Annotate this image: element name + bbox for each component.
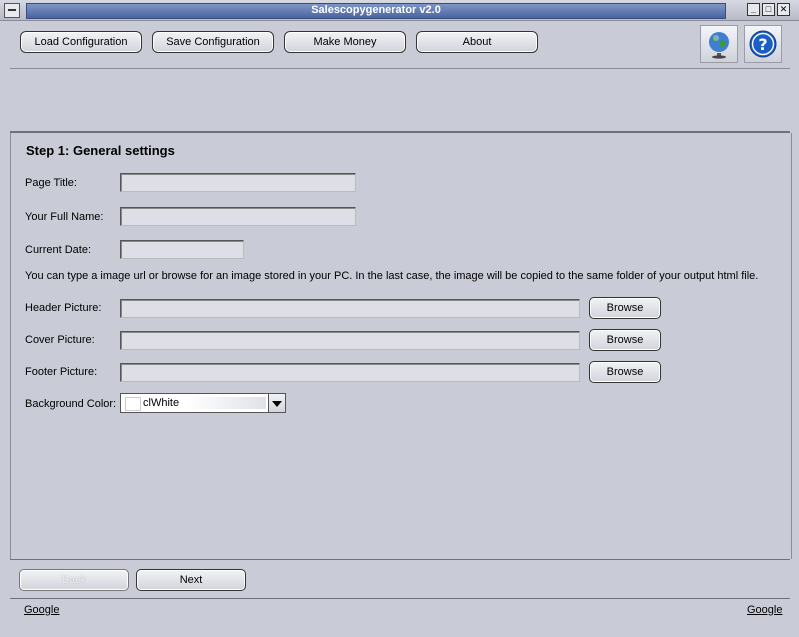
header-picture-input[interactable] xyxy=(120,299,580,318)
footer-picture-input[interactable] xyxy=(120,363,580,382)
page-title-input[interactable] xyxy=(120,173,356,192)
banner-area xyxy=(10,68,790,133)
background-color-label: Background Color: xyxy=(25,398,117,410)
footer-link-right[interactable]: Google xyxy=(747,604,782,616)
load-configuration-button[interactable]: Load Configuration xyxy=(20,31,142,53)
step-title: Step 1: General settings xyxy=(26,143,175,158)
svg-text:?: ? xyxy=(758,35,767,54)
minimize-button[interactable]: _ xyxy=(747,3,760,16)
footer-picture-label: Footer Picture: xyxy=(25,366,98,378)
full-name-label: Your Full Name: xyxy=(25,211,104,223)
title-bar: Salescopygenerator v2.0 _ □ ✕ xyxy=(0,0,799,21)
background-color-value: clWhite xyxy=(143,397,180,409)
navigation-bar: Back Next xyxy=(10,559,790,599)
system-menu-icon[interactable] xyxy=(4,3,20,18)
make-money-button[interactable]: Make Money xyxy=(284,31,406,53)
background-color-select[interactable]: clWhite xyxy=(120,393,286,413)
general-settings-panel: Step 1: General settings Page Title: You… xyxy=(10,133,792,559)
save-configuration-button[interactable]: Save Configuration xyxy=(152,31,274,53)
close-button[interactable]: ✕ xyxy=(777,3,790,16)
cover-browse-button[interactable]: Browse xyxy=(589,329,661,351)
header-picture-label: Header Picture: xyxy=(25,302,102,314)
cover-picture-input[interactable] xyxy=(120,331,580,350)
about-button[interactable]: About xyxy=(416,31,538,53)
globe-icon xyxy=(709,32,729,59)
current-date-label: Current Date: xyxy=(25,244,92,256)
dropdown-arrow-icon[interactable] xyxy=(268,394,285,412)
globe-button[interactable] xyxy=(700,25,738,63)
page-title-label: Page Title: xyxy=(25,177,77,189)
help-icon: ? xyxy=(749,30,777,58)
color-swatch xyxy=(125,397,141,411)
color-preview xyxy=(186,397,266,409)
cover-picture-label: Cover Picture: xyxy=(25,334,95,346)
back-button[interactable]: Back xyxy=(19,569,129,591)
footer-link-left[interactable]: Google xyxy=(24,604,59,616)
window-title: Salescopygenerator v2.0 xyxy=(311,4,441,16)
toolbar: Load Configuration Save Configuration Ma… xyxy=(10,22,790,69)
help-button[interactable]: ? xyxy=(744,25,782,63)
header-browse-button[interactable]: Browse xyxy=(589,297,661,319)
current-date-input[interactable] xyxy=(120,240,244,259)
next-button[interactable]: Next xyxy=(136,569,246,591)
maximize-button[interactable]: □ xyxy=(762,3,775,16)
full-name-input[interactable] xyxy=(120,207,356,226)
image-info-text: You can type a image url or browse for a… xyxy=(25,270,759,282)
footer-browse-button[interactable]: Browse xyxy=(589,361,661,383)
